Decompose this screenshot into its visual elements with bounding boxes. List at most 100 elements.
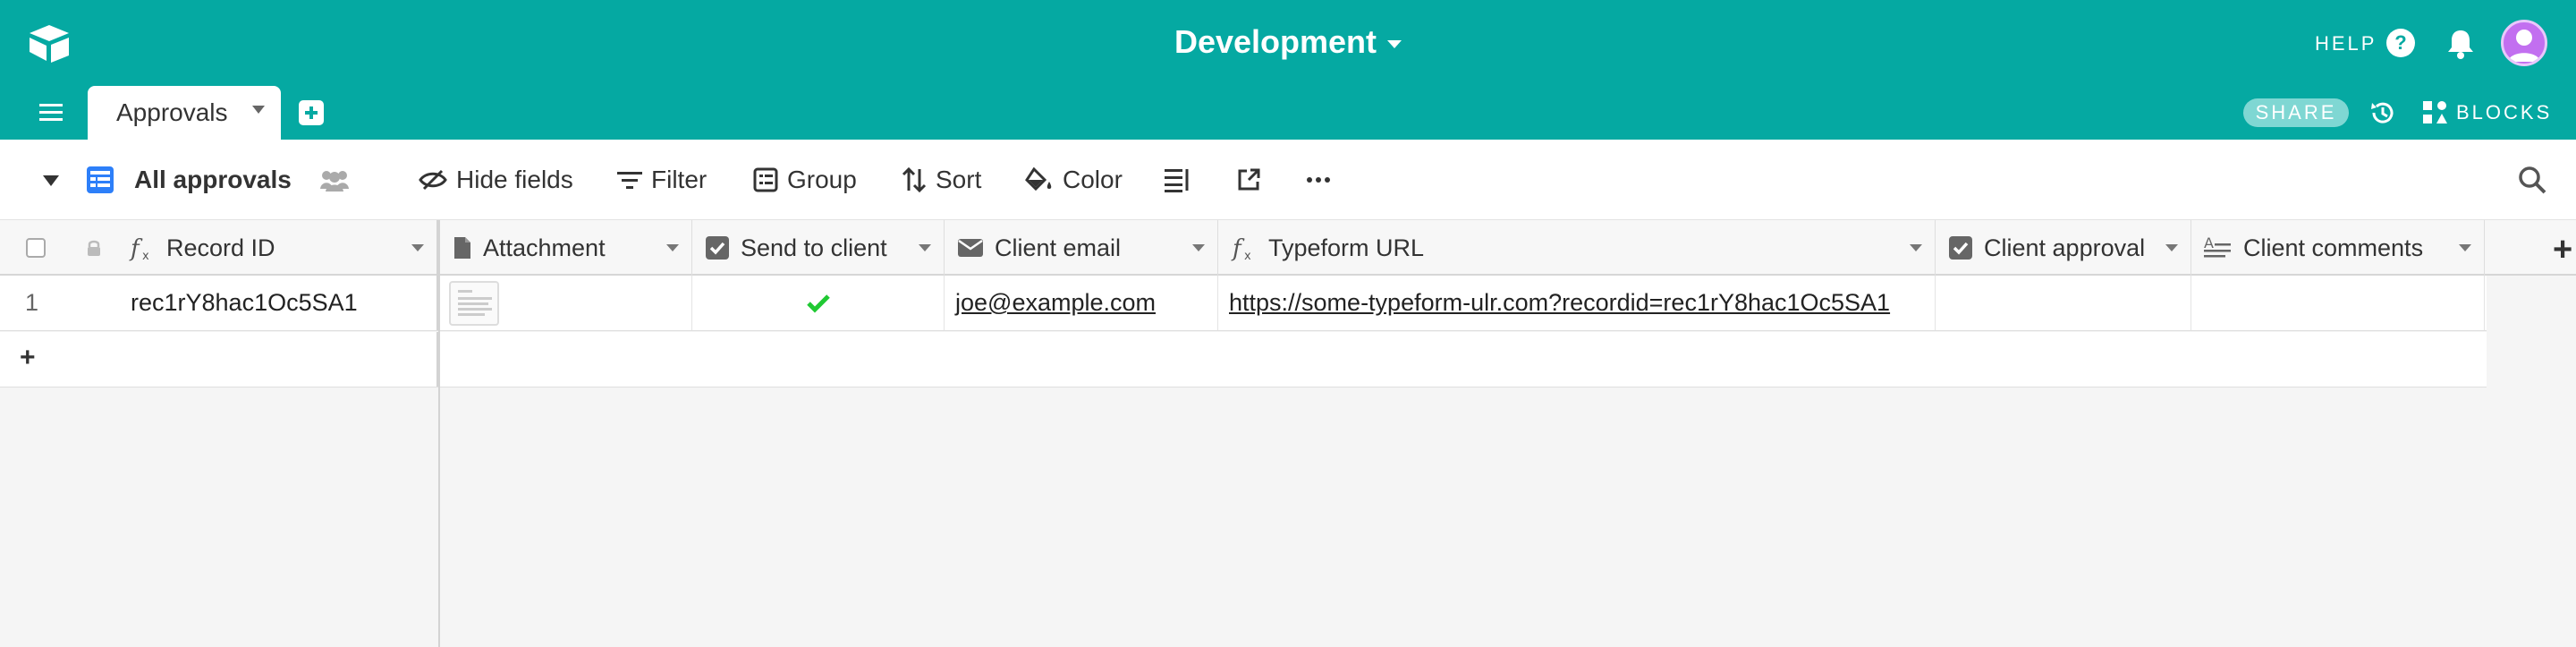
cell-attachment[interactable] [440, 276, 692, 330]
add-row[interactable]: + [0, 332, 2487, 387]
sort-label: Sort [936, 166, 982, 193]
select-all-checkbox[interactable] [26, 238, 46, 258]
select-all-cell [0, 220, 72, 276]
blocks-icon[interactable] [2420, 98, 2449, 127]
filter-button[interactable]: Filter [617, 140, 707, 220]
share-button[interactable]: SHARE [2243, 98, 2349, 127]
more-options-button[interactable] [1306, 140, 1340, 220]
row-height-icon [1165, 169, 1189, 192]
view-toolbar: All approvals Hide fields Filter Group S… [0, 140, 2576, 220]
column-menu-chevron-icon[interactable] [2165, 244, 2178, 251]
app-header: Development HELP ? Approvals SHARE BLOCK… [0, 0, 2576, 140]
tab-chevron-down-icon[interactable] [252, 106, 265, 114]
paint-bucket-icon [1025, 167, 1052, 192]
add-table-icon[interactable] [299, 100, 324, 125]
grid-view-icon [87, 166, 114, 193]
svg-text:x: x [1244, 250, 1251, 261]
user-avatar[interactable] [2501, 20, 2547, 66]
column-header-label: Send to client [741, 234, 887, 261]
attachment-thumbnail[interactable] [449, 280, 499, 326]
email-link[interactable]: joe@example.com [955, 289, 1156, 317]
column-header-record-id[interactable]: fx Record ID [116, 220, 438, 276]
lock-cell [72, 220, 116, 276]
tab-label: Approvals [116, 98, 228, 126]
share-view-button[interactable] [1236, 140, 1270, 220]
table-row[interactable]: 1 rec1rY8hac1Oc5SA1 joe@example.com http… [0, 276, 2487, 331]
svg-text:A: A [2204, 235, 2214, 251]
column-menu-chevron-icon[interactable] [919, 244, 931, 251]
column-header-client-comments[interactable]: A Client comments [2191, 220, 2485, 276]
external-link-icon [1238, 168, 1260, 191]
row-number: 1 [25, 289, 39, 316]
column-header-label: Typeform URL [1268, 234, 1425, 261]
column-header-label: Client approval [1984, 234, 2146, 261]
base-name: Development [1174, 23, 1377, 60]
hide-fields-label: Hide fields [456, 166, 573, 193]
cell-typeform-url[interactable]: https://some-typeform-ulr.com?recordid=r… [1218, 276, 1936, 330]
cell-send-to-client[interactable] [692, 276, 945, 330]
filter-icon [617, 172, 642, 189]
help-link[interactable]: HELP [2315, 32, 2377, 55]
hide-fields-button[interactable]: Hide fields [419, 140, 573, 220]
collaborators-icon[interactable] [318, 167, 351, 192]
more-dots-icon [1307, 177, 1330, 183]
column-header-label: Record ID [166, 234, 275, 261]
column-menu-chevron-icon[interactable] [1910, 244, 1922, 251]
svg-text:x: x [142, 250, 149, 261]
color-button[interactable]: Color [1025, 140, 1123, 220]
column-header-typeform-url[interactable]: fx Typeform URL [1218, 220, 1936, 276]
column-header-label: Client comments [2243, 234, 2424, 261]
hamburger-menu-icon[interactable] [39, 102, 64, 123]
view-switcher[interactable]: All approvals [86, 140, 360, 220]
color-label: Color [1063, 166, 1123, 193]
group-icon [753, 167, 778, 192]
check-icon [806, 294, 830, 313]
chevron-down-icon [1387, 39, 1402, 48]
group-label: Group [787, 166, 857, 193]
cell-client-approval[interactable] [1936, 276, 2191, 330]
search-icon[interactable] [2517, 165, 2547, 195]
email-icon [957, 237, 984, 259]
column-menu-chevron-icon[interactable] [1192, 244, 1205, 251]
url-link[interactable]: https://some-typeform-ulr.com?recordid=r… [1229, 289, 1890, 317]
long-text-icon: A [2204, 235, 2233, 260]
notification-bell-icon[interactable] [2445, 27, 2476, 59]
column-menu-chevron-icon[interactable] [666, 244, 679, 251]
hide-fields-icon [419, 169, 447, 191]
user-icon [2508, 30, 2540, 62]
filter-label: Filter [651, 166, 708, 193]
blocks-button[interactable]: BLOCKS [2456, 101, 2552, 124]
formula-icon: fx [129, 234, 156, 261]
lock-icon [88, 240, 100, 256]
view-list-toggle-icon[interactable] [43, 175, 59, 186]
column-header-client-approval[interactable]: Client approval [1936, 220, 2191, 276]
checkbox-icon [1948, 235, 1973, 260]
frozen-column-divider [438, 220, 440, 647]
cell-record-id[interactable]: rec1rY8hac1Oc5SA1 [116, 276, 438, 330]
add-row-plus-icon[interactable]: + [20, 343, 36, 373]
checkbox-icon [705, 235, 730, 260]
column-header-send-to-client[interactable]: Send to client [692, 220, 945, 276]
cell-client-comments[interactable] [2191, 276, 2485, 330]
column-header-label: Client email [995, 234, 1122, 261]
column-header-label: Attachment [483, 234, 606, 261]
help-icon[interactable]: ? [2386, 29, 2415, 57]
column-menu-chevron-icon[interactable] [2459, 244, 2471, 251]
cell-client-email[interactable]: joe@example.com [945, 276, 1218, 330]
add-row-left-cell[interactable]: + [0, 332, 438, 387]
attachment-icon [453, 235, 472, 260]
sort-icon [902, 167, 927, 192]
history-icon[interactable] [2368, 98, 2397, 127]
column-header-attachment[interactable]: Attachment [440, 220, 692, 276]
base-title[interactable]: Development [0, 23, 2576, 61]
group-button[interactable]: Group [753, 140, 857, 220]
row-height-button[interactable] [1165, 140, 1200, 220]
tab-approvals[interactable]: Approvals [88, 86, 281, 140]
add-field-button[interactable]: + [2553, 231, 2572, 269]
svg-text:f: f [129, 235, 143, 261]
svg-text:f: f [1231, 235, 1245, 261]
sort-button[interactable]: Sort [902, 140, 981, 220]
formula-icon: fx [1231, 234, 1258, 261]
column-header-client-email[interactable]: Client email [945, 220, 1218, 276]
column-menu-chevron-icon[interactable] [411, 244, 424, 251]
